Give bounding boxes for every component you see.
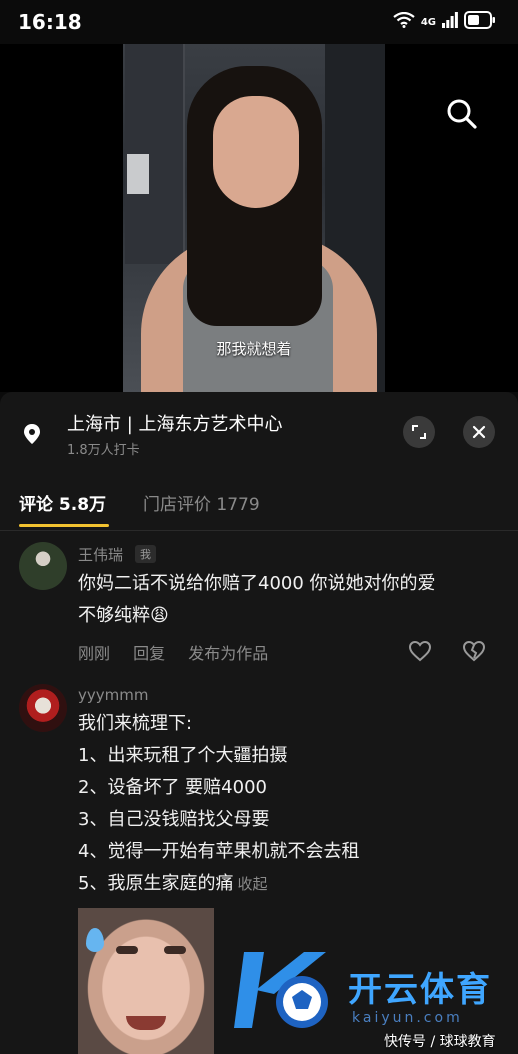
tab-store-reviews[interactable]: 门店评价 1779 [143,490,260,515]
meme-eye [164,946,186,954]
comment-line-last: 5、我原生家庭的痛 收起 [78,868,488,900]
comment-line: 3、自己没钱赔找父母要 [78,809,270,830]
expand-icon [412,425,426,439]
active-tab-indicator [19,524,109,527]
sweat-drop-icon [86,928,104,952]
location-checkins: 1.8万人打卡 [67,443,140,458]
like-icon[interactable] [408,639,432,663]
close-button[interactable] [463,416,495,448]
video-player[interactable]: 那我就想着 [0,44,518,392]
comment-line: 不够纯粹😩 [78,605,169,626]
comment-text: 你妈二话不说给你赔了4000 你说她对你的爱 不够纯粹😩 [78,568,488,632]
background-notice [127,154,149,194]
comment-text: 我们来梳理下: 1、出来玩租了个大疆拍摄 2、设备坏了 要赔4000 3、自己没… [78,708,488,900]
publish-as-work-button[interactable]: 发布为作品 [188,644,268,663]
signal-icon [442,12,458,32]
me-badge: 我 [135,545,156,563]
tab-comments[interactable]: 评论 5.8万 [19,490,106,515]
source-label: 快传号 / 球球教育 [384,1034,496,1050]
comment-line: 我们来梳理下: [78,713,193,734]
video-frame[interactable]: 那我就想着 [123,44,385,392]
status-time: 16:18 [18,10,82,34]
wifi-icon [393,11,415,32]
watermark-domain: kaiyun.com [352,1010,463,1026]
location-title[interactable]: 上海市 | 上海东方艺术中心 [67,410,283,436]
status-bar: 16:18 4G [0,0,518,44]
comment-tabs: 评论 5.8万 门店评价 1779 [0,488,518,531]
watermark-logo [234,944,344,1036]
collapse-button[interactable]: 收起 [237,875,267,893]
dislike-icon[interactable] [462,639,486,663]
meme-mouth [126,1016,166,1030]
comment-actions: 刚刚 回复 发布为作品 [78,640,286,664]
network-type-label: 4G [420,16,436,28]
meme-eye [116,946,138,954]
comment-meme-image[interactable] [78,908,214,1054]
comment-line: 1、出来玩租了个大疆拍摄 [78,745,288,766]
search-button[interactable] [444,96,480,132]
reply-button[interactable]: 回复 [133,644,165,663]
status-icons: 4G [393,11,496,33]
comment-line: 你妈二话不说给你赔了4000 你说她对你的爱 [78,573,436,594]
avatar[interactable] [19,684,67,732]
battery-icon [464,11,496,33]
avatar[interactable] [19,542,67,590]
location-pin-icon [20,422,44,446]
comment-username[interactable]: 王伟瑞 [78,544,123,565]
comment-line: 5、我原生家庭的痛 [78,873,234,894]
comment-line: 4、觉得一开始有苹果机就不会去租 [78,841,360,862]
search-icon [447,99,477,129]
watermark-brand: 开云体育 [348,970,492,1010]
comment-username[interactable]: yyymmm [78,686,148,704]
comment-line: 2、设备坏了 要赔4000 [78,777,267,798]
person-face [213,96,299,208]
video-subtitle: 那我就想着 [216,340,292,358]
expand-button[interactable] [403,416,435,448]
comment-time: 刚刚 [78,644,111,663]
close-icon [472,425,486,439]
